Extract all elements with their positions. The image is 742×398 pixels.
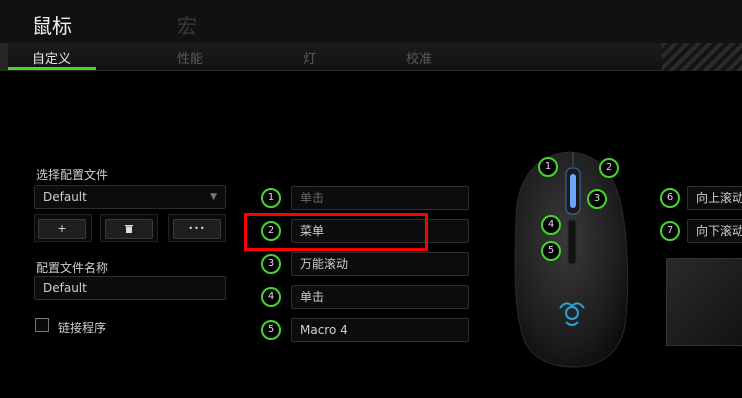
profile-name-value: Default [43, 281, 87, 295]
tab-bar-decoration [662, 43, 742, 71]
profile-dropdown-value: Default [43, 190, 87, 204]
add-profile-button[interactable]: + [38, 219, 86, 239]
tab-bar: 自定义 性能 灯 校准 [0, 43, 742, 71]
profile-dropdown[interactable]: Default ▼ [34, 185, 226, 209]
chevron-down-icon: ▼ [210, 192, 217, 202]
delete-profile-button[interactable] [105, 219, 153, 239]
macro-section-link[interactable]: 宏 [177, 10, 197, 39]
tab-bar-edge [0, 43, 8, 70]
mouse-callout-2: 2 [599, 158, 619, 178]
mouse-callout-4: 4 [541, 215, 561, 235]
trash-icon [125, 225, 133, 233]
button-1-number: 1 [261, 188, 281, 208]
side-panel-preview [666, 258, 742, 346]
button-6-assignment[interactable]: 向上滚动 [687, 186, 742, 210]
tab-lighting[interactable]: 灯 [303, 48, 316, 67]
button-5-assignment[interactable]: Macro 4 [291, 318, 469, 342]
button-4-assignment[interactable]: 单击 [291, 285, 469, 309]
button-5-number: 5 [261, 320, 281, 340]
button-3-number: 3 [261, 254, 281, 274]
mouse-callout-1: 1 [538, 157, 558, 177]
button-7-assignment[interactable]: 向下滚动 [687, 219, 742, 243]
page-title: 鼠标 [32, 14, 72, 38]
mouse-callout-5: 5 [541, 241, 561, 261]
active-tab-indicator [8, 67, 96, 70]
button-4-number: 4 [261, 287, 281, 307]
mouse-callout-3: 3 [587, 189, 607, 209]
profile-name-label: 配置文件名称 [36, 261, 109, 275]
link-program-checkbox[interactable] [35, 318, 49, 332]
button-1-assignment[interactable]: 单击 [291, 186, 469, 210]
selected-assignment-highlight [244, 213, 428, 251]
button-3-assignment[interactable]: 万能滚动 [291, 252, 469, 276]
tab-customize[interactable]: 自定义 [32, 48, 71, 67]
tab-performance[interactable]: 性能 [177, 48, 203, 67]
more-options-button[interactable]: ••• [173, 219, 221, 239]
profile-name-input[interactable]: Default [34, 276, 226, 300]
tab-calibration[interactable]: 校准 [406, 48, 432, 67]
link-program-label: 链接程序 [58, 321, 107, 335]
app-header: 鼠标 宏 [0, 0, 742, 46]
mouse-illustration [514, 151, 629, 368]
button-6-number: 6 [660, 188, 680, 208]
profile-select-label: 选择配置文件 [36, 168, 109, 182]
button-7-number: 7 [660, 221, 680, 241]
